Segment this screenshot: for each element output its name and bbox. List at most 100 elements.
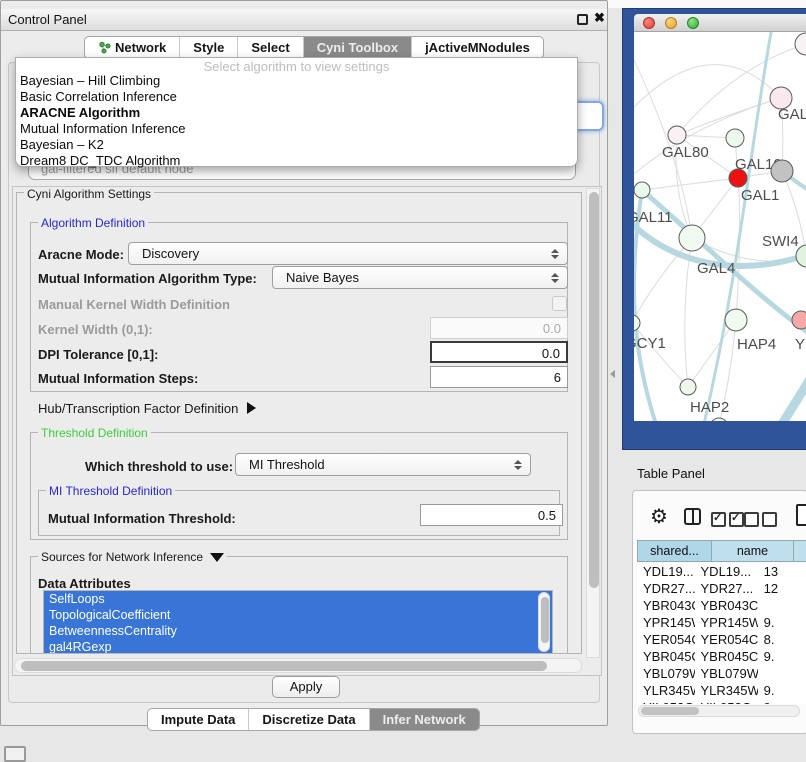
which-threshold-select[interactable]: MI Threshold [235, 453, 531, 476]
node-HAP2[interactable] [680, 379, 696, 395]
node-label-hap4: HAP4 [737, 336, 776, 353]
close-icon[interactable]: ✖ [594, 10, 605, 26]
settings-vscrollbar-thumb[interactable] [589, 192, 599, 588]
attribute-item-betweennesscentrality[interactable]: BetweennessCentrality [44, 623, 552, 639]
node-label-gal1: GAL1 [741, 187, 779, 204]
node-gray[interactable] [771, 160, 793, 182]
table-row[interactable]: YDL19...YDL19...13 [637, 563, 806, 580]
collapsed-panel-icon[interactable] [4, 746, 26, 762]
gear-icon[interactable]: ⚙ [650, 504, 668, 529]
tab-jactivemnodules[interactable]: jActiveMNodules [411, 37, 543, 58]
network-graph: GALGAL80GAL10GAL1GAL11GAL4SWI4GCY1HAP4YH… [634, 32, 806, 421]
tab-impute-data[interactable]: Impute Data [148, 709, 248, 730]
table-row[interactable]: YBL079WYBL079W [637, 665, 806, 682]
node-top-partial[interactable] [795, 33, 806, 55]
node-GCY1[interactable] [634, 315, 640, 331]
node-bottom-partial[interactable] [710, 418, 728, 421]
algorithm-option-aracne-algorithm[interactable]: ARACNE Algorithm [16, 105, 577, 121]
column-header-shared-[interactable]: shared... [637, 540, 712, 562]
tab-select[interactable]: Select [237, 37, 302, 58]
group-title: Cyni Algorithm Settings [24, 187, 154, 201]
table-cell: YPR145W [695, 614, 758, 631]
table-row[interactable]: YDR27...YDR27...12 [637, 580, 806, 597]
spinner-arrows-icon [551, 273, 559, 283]
algorithm-option-dream8-dc-tdc-algorithm[interactable]: Dream8 DC_TDC Algorithm [16, 153, 577, 169]
node-GAL80[interactable] [668, 126, 686, 144]
tab-style[interactable]: Style [179, 37, 237, 58]
tab-cyni-toolbox[interactable]: Cyni Toolbox [303, 37, 411, 58]
mi-type-select[interactable]: Naive Bayes [272, 266, 568, 289]
column-header-2[interactable] [794, 540, 806, 562]
list-scrollbar[interactable] [538, 592, 550, 652]
column-header-name[interactable]: name [712, 540, 794, 562]
hub-definition-expander[interactable]: Hub/Transcription Factor Definition [38, 401, 256, 416]
algorithm-option-mutual-information-inference[interactable]: Mutual Information Inference [16, 121, 577, 137]
network-view-titlebar[interactable] [634, 14, 806, 32]
mi-threshold-field[interactable]: 0.5 [420, 504, 563, 526]
document-icon[interactable] [796, 504, 806, 526]
table-cell: YBR043C [695, 597, 758, 614]
table-body: YDL19...YDL19...13YDR27...YDR27...12YBR0… [637, 563, 806, 704]
columns-icon[interactable] [684, 508, 701, 525]
list-scrollbar-thumb[interactable] [541, 597, 549, 643]
dpi-tolerance-field[interactable]: 0.0 [430, 341, 568, 363]
algorithm-option-basic-correlation-inference[interactable]: Basic Correlation Inference [16, 89, 577, 105]
network-canvas[interactable]: GALGAL80GAL10GAL1GAL11GAL4SWI4GCY1HAP4YH… [634, 32, 806, 421]
table-row[interactable]: YIL052CYIL052C9 [637, 699, 806, 704]
settings-hscrollbar-thumb[interactable] [21, 661, 547, 671]
table-row[interactable]: YBR045CYBR045C9. [637, 648, 806, 665]
node-GAL11[interactable] [634, 182, 650, 198]
tab-network[interactable]: Network [85, 37, 179, 58]
minimize-traffic-light-icon[interactable] [665, 17, 677, 29]
checked-pair-icon[interactable] [711, 512, 744, 527]
table-hscrollbar-thumb[interactable] [641, 707, 699, 715]
float-window-icon[interactable] [577, 14, 588, 25]
table-row[interactable]: YBR043CYBR043C [637, 597, 806, 614]
data-attributes-list[interactable]: SelfLoopsTopologicalCoefficientBetweenne… [43, 590, 553, 654]
split-pane-collapse-icon[interactable] [610, 370, 615, 378]
sources-collapser[interactable]: Sources for Network Inference [38, 550, 227, 564]
kernel-width-field[interactable]: 0.0 [430, 317, 568, 339]
tab-discretize-data[interactable]: Discretize Data [248, 709, 368, 730]
attribute-item-gal4rgexp[interactable]: gal4RGexp [44, 639, 552, 654]
node-label-gal: GAL [778, 106, 806, 123]
node-label-gal80: GAL80 [662, 144, 709, 161]
network-edge[interactable] [704, 32, 772, 421]
collapse-down-icon [210, 553, 224, 562]
manual-kernel-checkbox[interactable] [552, 296, 567, 311]
attribute-item-selfloops[interactable]: SelfLoops [44, 591, 552, 607]
apply-button[interactable]: Apply [272, 676, 340, 698]
table-row[interactable]: YLR345WYLR345W9. [637, 682, 806, 699]
node-GAL10[interactable] [726, 129, 744, 147]
group-title: Algorithm Definition [38, 216, 148, 230]
table-cell: YPR145W [637, 614, 695, 631]
close-traffic-light-icon[interactable] [643, 17, 655, 29]
aracne-mode-select[interactable]: Discovery [128, 242, 568, 265]
group-title: Threshold Definition [38, 426, 151, 440]
algorithm-option-bayesian-k2[interactable]: Bayesian – K2 [16, 137, 577, 153]
table-cell [758, 597, 806, 614]
cyni-bottom-tabbar: Impute DataDiscretize DataInfer Network [147, 708, 480, 731]
table-cell: YDR27... [637, 580, 695, 597]
unchecked-pair-icon[interactable] [744, 512, 777, 527]
settings-hscrollbar[interactable] [14, 658, 582, 673]
algorithm-option-bayesian-hill-climbing[interactable]: Bayesian – Hill Climbing [16, 73, 577, 89]
network-edge[interactable] [782, 360, 806, 421]
table-row[interactable]: YPR145WYPR145W9. [637, 614, 806, 631]
tab-infer-network[interactable]: Infer Network [369, 709, 479, 730]
table-hscrollbar[interactable] [638, 705, 800, 717]
table-row[interactable]: YER054CYER054C8. [637, 631, 806, 648]
data-attributes-label: Data Attributes [38, 576, 131, 591]
node-Y-partial[interactable] [792, 311, 806, 329]
attribute-item-topologicalcoefficient[interactable]: TopologicalCoefficient [44, 607, 552, 623]
network-edge[interactable] [634, 238, 692, 323]
node-HAP4[interactable] [725, 309, 747, 331]
network-edge[interactable] [642, 178, 738, 190]
settings-vscrollbar[interactable] [586, 188, 600, 658]
table-cell: YBL079W [637, 665, 695, 682]
mi-steps-field[interactable]: 6 [430, 366, 568, 388]
table-cell: YDL19... [637, 563, 695, 580]
node-GAL1[interactable] [729, 169, 747, 187]
zoom-traffic-light-icon[interactable] [687, 17, 699, 29]
node-GAL4[interactable] [679, 225, 705, 251]
